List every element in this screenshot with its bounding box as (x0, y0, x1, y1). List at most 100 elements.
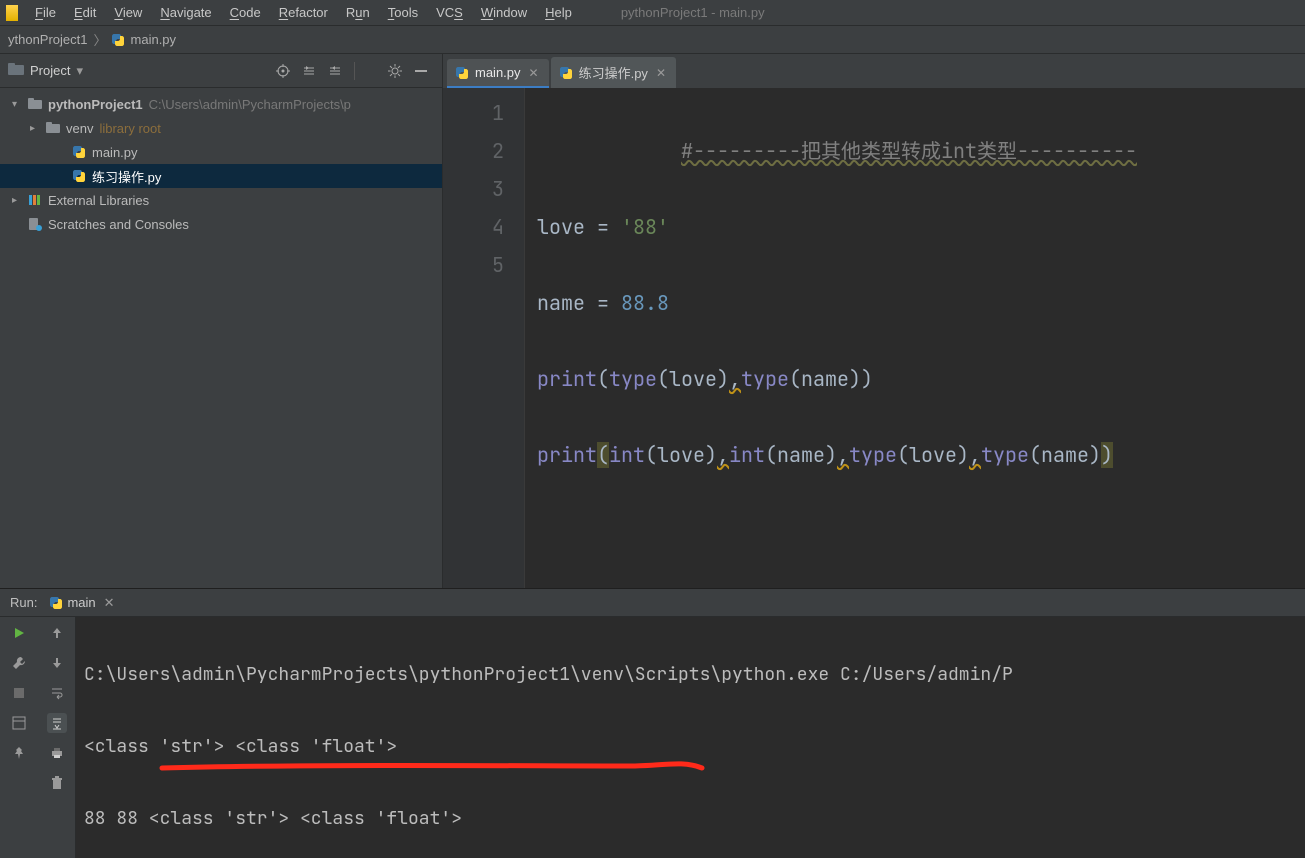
library-icon (28, 193, 42, 207)
menu-view[interactable]: View (105, 1, 151, 24)
run-title: Run: (10, 595, 37, 610)
python-file-icon (72, 145, 86, 159)
main-split: Project ▾ ▾ pythonProject1C:\Users\admin… (0, 54, 1305, 588)
up-arrow-icon[interactable] (47, 623, 67, 643)
menubar: File Edit View Navigate Code Refactor Ru… (0, 0, 1305, 26)
project-pane-title[interactable]: Project (30, 63, 70, 78)
tree-node-venv[interactable]: ▸ venvlibrary root (0, 116, 442, 140)
editor-gutter[interactable]: 1 2 3 4 5 (443, 88, 525, 588)
breadcrumb-project[interactable]: ythonProject1 (6, 32, 90, 47)
menu-edit[interactable]: Edit (65, 1, 105, 24)
code-line: name = 88.8 (537, 284, 1137, 322)
menu-window[interactable]: Window (472, 1, 536, 24)
stop-icon[interactable] (9, 683, 29, 703)
expand-all-icon[interactable] (298, 60, 320, 82)
window-title-hint: pythonProject1 - main.py (621, 5, 765, 20)
tree-label: main.py (92, 145, 138, 160)
layout-icon[interactable] (9, 713, 29, 733)
tab-label: main.py (475, 65, 521, 80)
tree-node-mainpy[interactable]: main.py (0, 140, 442, 164)
hide-panel-icon[interactable] (410, 60, 432, 82)
run-toolwindow-header: Run: main ✕ (0, 589, 1305, 617)
editor-code[interactable]: #---------把其他类型转成int类型---------- love = … (525, 88, 1137, 588)
python-file-icon (559, 66, 573, 80)
run-toolwindow: Run: main ✕ C:\Users\admin\PycharmProjec… (0, 588, 1305, 858)
menu-refactor[interactable]: Refactor (270, 1, 337, 24)
tree-node-practicepy[interactable]: 练习操作.py (0, 164, 442, 188)
run-console[interactable]: C:\Users\admin\PycharmProjects\pythonPro… (76, 617, 1305, 858)
line-number: 3 (443, 170, 504, 208)
tree-label: pythonProject1C:\Users\admin\PycharmProj… (48, 97, 351, 112)
tree-label: venvlibrary root (66, 121, 161, 136)
code-line: #---------把其他类型转成int类型---------- (537, 132, 1137, 170)
breadcrumb-bar: ythonProject1 〉 main.py (0, 26, 1305, 54)
run-body: C:\Users\admin\PycharmProjects\pythonPro… (0, 617, 1305, 858)
editor-body[interactable]: 1 2 3 4 5 #---------把其他类型转成int类型--------… (443, 88, 1305, 588)
console-line: C:\Users\admin\PycharmProjects\pythonPro… (84, 657, 1305, 693)
python-file-icon (49, 596, 63, 610)
tree-node-scratches[interactable]: Scratches and Consoles (0, 212, 442, 236)
python-file-icon (111, 33, 125, 47)
chevron-right-icon: 〉 (90, 30, 111, 49)
menu-code[interactable]: Code (221, 1, 270, 24)
print-icon[interactable] (47, 743, 67, 763)
line-number: 2 (443, 132, 504, 170)
project-pane-header: Project ▾ (0, 54, 442, 88)
menu-help[interactable]: Help (536, 1, 581, 24)
editor-tab-practicepy[interactable]: 练习操作.py ✕ (551, 57, 676, 88)
soft-wrap-icon[interactable] (47, 683, 67, 703)
menu-navigate[interactable]: Navigate (151, 1, 220, 24)
console-line: 88 88 <class 'str'> <class 'float'> (84, 801, 1305, 837)
close-icon[interactable]: ✕ (104, 595, 115, 611)
tree-node-project[interactable]: ▾ pythonProject1C:\Users\admin\PycharmPr… (0, 92, 442, 116)
chevron-right-icon[interactable]: ▸ (30, 123, 44, 134)
pin-icon[interactable] (9, 743, 29, 763)
tree-label: Scratches and Consoles (48, 217, 189, 232)
scratches-icon (28, 217, 42, 231)
editor-tab-mainpy[interactable]: main.py ✕ (447, 59, 549, 88)
menu-file[interactable]: File (26, 1, 65, 24)
code-line: love = '88' (537, 208, 1137, 246)
chevron-down-icon[interactable]: ▾ (12, 99, 26, 110)
folder-icon (46, 121, 60, 135)
python-file-icon (455, 66, 469, 80)
chevron-down-icon[interactable]: ▾ (76, 63, 83, 79)
collapse-all-icon[interactable] (324, 60, 346, 82)
gear-icon[interactable] (384, 60, 406, 82)
close-icon[interactable]: ✕ (656, 66, 666, 80)
folder-icon (28, 97, 42, 111)
run-toolbar-secondary (38, 617, 76, 858)
separator-icon (354, 62, 376, 80)
tree-node-external-libraries[interactable]: ▸ External Libraries (0, 188, 442, 212)
run-toolbar-primary (0, 617, 38, 858)
breadcrumb-file[interactable]: main.py (129, 32, 179, 47)
project-view-icon (8, 62, 24, 79)
menu-tools[interactable]: Tools (379, 1, 427, 24)
tab-label: 练习操作.py (579, 63, 648, 82)
project-tree[interactable]: ▾ pythonProject1C:\Users\admin\PycharmPr… (0, 88, 442, 240)
editor-tabbar: main.py ✕ 练习操作.py ✕ (443, 54, 1305, 88)
tree-label: External Libraries (48, 193, 149, 208)
menu-run[interactable]: Run (337, 1, 379, 24)
locate-icon[interactable] (272, 60, 294, 82)
python-file-icon (72, 169, 86, 183)
line-number: 4 (443, 208, 504, 246)
line-number: 1 (443, 94, 504, 132)
menu-vcs[interactable]: VCS (427, 1, 472, 24)
down-arrow-icon[interactable] (47, 653, 67, 673)
tree-label: 练习操作.py (92, 167, 161, 186)
run-config-tab[interactable]: main ✕ (49, 595, 114, 611)
app-badge-icon (6, 5, 18, 21)
code-line: print(type(love),type(name)) (537, 360, 1137, 398)
rerun-icon[interactable] (9, 623, 29, 643)
console-line: <class 'str'> <class 'float'> (84, 729, 1305, 765)
wrench-icon[interactable] (9, 653, 29, 673)
chevron-right-icon[interactable]: ▸ (12, 195, 26, 206)
trash-icon[interactable] (47, 773, 67, 793)
scroll-to-end-icon[interactable] (47, 713, 67, 733)
run-config-label: main (67, 595, 95, 610)
project-pane: Project ▾ ▾ pythonProject1C:\Users\admin… (0, 54, 443, 588)
close-icon[interactable]: ✕ (529, 66, 539, 80)
code-line: print(int(love),int(name),type(love),typ… (537, 436, 1137, 474)
line-number: 5 (443, 246, 504, 284)
